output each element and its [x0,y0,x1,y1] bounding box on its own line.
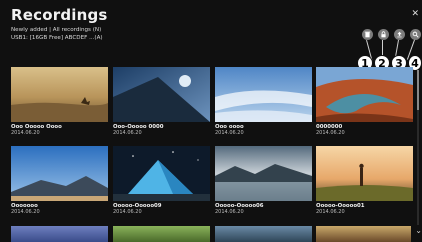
recording-tile[interactable]: Ooo-Ooooo 0000 2014.06.20 [113,67,210,136]
scrollbar[interactable] [417,70,419,225]
page-title: Recordings [11,6,108,24]
recording-tile[interactable] [113,226,210,242]
recording-tile[interactable]: Ooooo-Ooooo09 2014.06.20 [113,146,210,215]
recording-date: 2014.06.20 [215,209,244,215]
lock-button[interactable] [378,29,389,40]
recording-thumbnail [215,226,312,242]
storage-line: USB1: [16GB Free] ABCDEF ...(A) [11,35,103,41]
recording-thumbnail [113,67,210,122]
recording-tile[interactable]: Ooo Ooooo Oooo 2014.06.20 [11,67,108,136]
lock-icon [381,31,386,38]
recording-thumbnail [215,146,312,201]
close-icon[interactable]: ✕ [411,9,419,19]
recording-thumbnail [316,226,411,242]
recording-tile[interactable]: Ooooo-Ooooo06 2014.06.20 [215,146,312,215]
recording-thumbnail [316,67,413,122]
recording-thumbnail [113,226,210,242]
recording-date: 2014.06.20 [11,209,40,215]
search-button[interactable] [410,29,421,40]
recording-thumbnail [11,226,108,242]
delete-icon [364,31,371,38]
recording-tile[interactable]: Ooooo-Ooooo01 2014.06.20 [316,146,413,215]
recording-date: 2014.06.20 [113,209,142,215]
filter-line[interactable]: Newly added | All recordings (N) [11,27,101,33]
recording-date: 2014.06.20 [11,130,40,136]
recording-date: 2014.06.20 [316,130,345,136]
delete-button[interactable] [362,29,373,40]
search-icon [412,31,419,38]
recording-thumbnail [11,146,108,201]
chevron-down-icon[interactable]: ⌄ [415,226,422,235]
upload-button[interactable] [394,29,405,40]
recording-thumbnail [113,146,210,201]
scrollbar-thumb[interactable] [417,70,419,110]
recording-tile[interactable]: Ooooooo 2014.06.20 [11,146,108,215]
recording-date: 2014.06.20 [316,209,345,215]
recording-tile[interactable]: Ooo oooo 2014.06.20 [215,67,312,136]
recording-thumbnail [11,67,108,122]
recording-tile[interactable]: 0000000 2014.06.20 [316,67,413,136]
recording-tile[interactable] [316,226,413,242]
recording-date: 2014.06.20 [215,130,244,136]
recording-tile[interactable] [215,226,312,242]
recording-tile[interactable] [11,226,108,242]
upload-icon [397,31,402,38]
recording-thumbnail [316,146,413,201]
recording-date: 2014.06.20 [113,130,142,136]
recording-thumbnail [215,67,312,122]
